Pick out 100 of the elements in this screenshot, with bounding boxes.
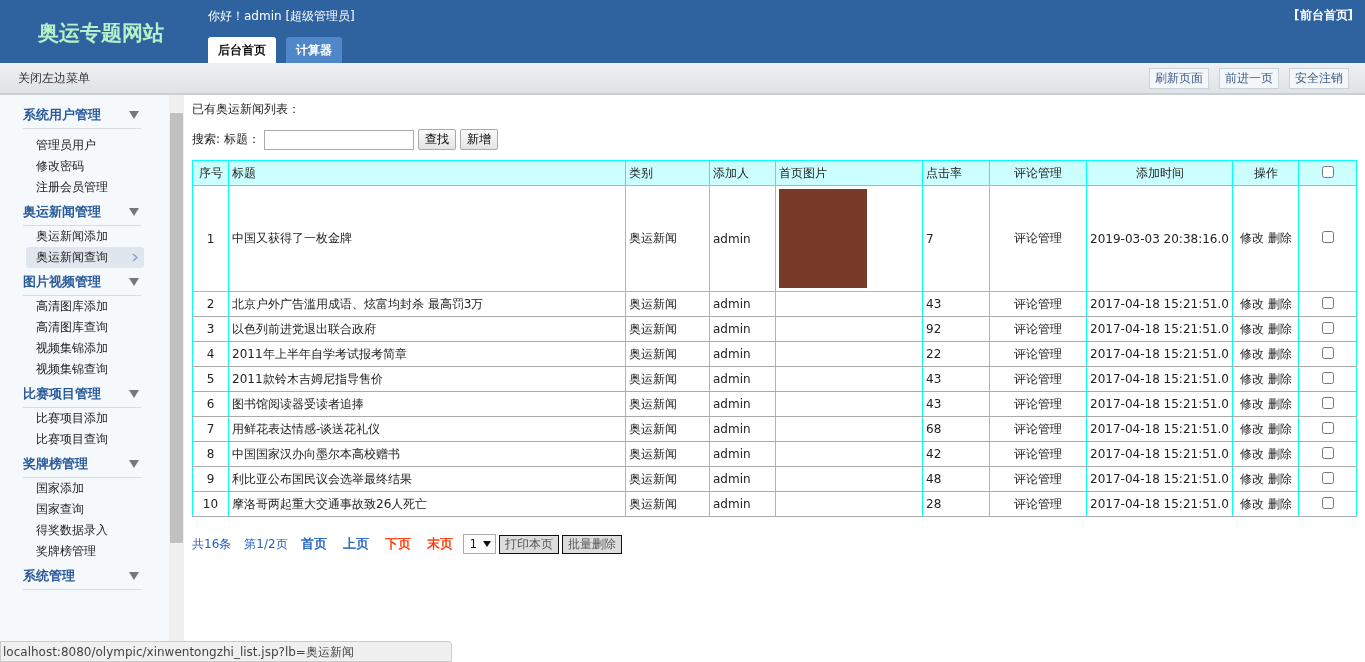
sidebar-item[interactable]: 国家添加 xyxy=(26,478,144,499)
table-cell: 2017-04-18 15:21:51.0 xyxy=(1086,366,1233,392)
news-title-cell: 利比亚公布国民议会选举最终结果 xyxy=(228,466,626,492)
row-checkbox[interactable] xyxy=(1321,396,1334,409)
sidebar-item[interactable]: 比赛项目查询 xyxy=(26,429,144,450)
bulk-action-button[interactable]: 批量删除 xyxy=(562,534,623,554)
menu-group-header[interactable]: 系统用户管理 xyxy=(23,103,141,129)
row-action-link[interactable]: 删除 xyxy=(1267,370,1292,388)
pagination-link[interactable]: 首页 xyxy=(300,535,327,553)
menu-group-header[interactable]: 奖牌榜管理 xyxy=(23,452,141,478)
row-action-link[interactable]: 修改 xyxy=(1239,395,1264,413)
pagination-link[interactable]: 下页 xyxy=(384,535,411,553)
sidebar-item[interactable]: 比赛项目添加 xyxy=(26,408,144,429)
toggle-menu-link[interactable]: 关闭左边菜单 xyxy=(18,69,90,87)
search-action-button[interactable]: 查找 xyxy=(417,129,456,150)
row-action-link[interactable]: 修改 xyxy=(1239,345,1264,363)
table-cell: admin xyxy=(709,466,776,492)
sidebar-item[interactable]: 视频集锦查询 xyxy=(26,359,144,380)
pagination-link[interactable]: 末页 xyxy=(426,535,453,553)
sidebar-item[interactable]: 奥运新闻添加 xyxy=(26,226,144,247)
row-action-link[interactable]: 修改 xyxy=(1239,420,1264,438)
table-cell: 8 xyxy=(192,441,229,467)
column-header: 评论管理 xyxy=(989,160,1087,186)
dropdown-triangle-icon xyxy=(129,460,139,468)
table-cell: 奥运新闻 xyxy=(625,291,710,317)
table-cell: 3 xyxy=(192,316,229,342)
row-action-link[interactable]: 修改 xyxy=(1239,320,1264,338)
table-cell: 5 xyxy=(192,366,229,392)
column-header: 添加人 xyxy=(709,160,776,186)
sidebar-item[interactable]: 得奖数据录入 xyxy=(26,520,144,541)
sidebar-item[interactable]: 奖牌榜管理 xyxy=(26,541,144,562)
row-checkbox[interactable] xyxy=(1321,296,1334,309)
row-action-link[interactable]: 修改 xyxy=(1239,295,1264,313)
news-title-cell: 中国又获得了一枚金牌 xyxy=(228,185,626,292)
row-action-link[interactable]: 删除 xyxy=(1267,320,1292,338)
row-action-link[interactable]: 修改 xyxy=(1239,370,1264,388)
sidebar-item[interactable]: 高清图库添加 xyxy=(26,296,144,317)
row-checkbox[interactable] xyxy=(1321,471,1334,484)
bulk-action-button[interactable]: 打印本页 xyxy=(499,534,560,554)
table-cell: 43 xyxy=(922,291,990,317)
scrollbar[interactable] xyxy=(169,95,184,641)
comments-link[interactable]: 评论管理 xyxy=(1014,231,1062,245)
search-action-button[interactable]: 新增 xyxy=(459,129,498,150)
nav-tab[interactable]: 计算器 xyxy=(286,37,342,63)
list-caption: 已有奥运新闻列表： xyxy=(192,101,301,118)
menu-group-header[interactable]: 比赛项目管理 xyxy=(23,382,141,408)
sidebar-item[interactable]: 视频集锦添加 xyxy=(26,338,144,359)
menu-group-header[interactable]: 系统管理 xyxy=(23,564,141,590)
table-cell: 9 xyxy=(192,466,229,492)
title-search-field[interactable] xyxy=(263,129,414,150)
table-cell: 22 xyxy=(922,341,990,367)
row-checkbox[interactable] xyxy=(1321,231,1334,243)
page-select[interactable]: 1 xyxy=(462,534,497,554)
table-cell: 奥运新闻 xyxy=(625,391,710,417)
front-page-link[interactable]: [前台首页] xyxy=(1294,0,1365,63)
row-checkbox[interactable] xyxy=(1321,321,1334,334)
row-checkbox[interactable] xyxy=(1321,496,1334,509)
toolbar-button[interactable]: 安全注销 xyxy=(1289,67,1349,89)
select-all-checkbox[interactable] xyxy=(1321,165,1334,178)
table-cell: 奥运新闻 xyxy=(625,341,710,367)
table-cell: 2 xyxy=(192,291,229,317)
table-cell: 4 xyxy=(192,341,229,367)
row-action-link[interactable]: 修改 xyxy=(1239,445,1264,463)
sidebar-item[interactable]: 管理员用户 xyxy=(26,135,144,156)
sidebar-item[interactable]: 高清图库查询 xyxy=(26,317,144,338)
sidebar-item[interactable]: 修改密码 xyxy=(26,156,144,177)
toolbar-button[interactable]: 刷新页面 xyxy=(1149,67,1209,89)
sidebar-item[interactable]: 奥运新闻查询 xyxy=(26,247,144,268)
row-action-link[interactable]: 修改 xyxy=(1239,495,1264,513)
sidebar-item[interactable]: 国家查询 xyxy=(26,499,144,520)
row-checkbox[interactable] xyxy=(1321,346,1334,359)
row-action-link[interactable]: 修改 xyxy=(1239,470,1264,488)
row-action-link[interactable]: 删除 xyxy=(1267,295,1292,313)
table-cell: 2017-04-18 15:21:51.0 xyxy=(1086,341,1233,367)
table-cell: admin xyxy=(709,316,776,342)
toolbar-button[interactable]: 前进一页 xyxy=(1219,67,1279,89)
row-action-link[interactable]: 删除 xyxy=(1267,470,1292,488)
row-action-link[interactable]: 删除 xyxy=(1267,495,1292,513)
row-action-link[interactable]: 删除 xyxy=(1267,395,1292,413)
row-action-link[interactable]: 删除 xyxy=(1267,345,1292,363)
table-cell: 2017-04-18 15:21:51.0 xyxy=(1086,391,1233,417)
nav-tab[interactable]: 后台首页 xyxy=(208,37,276,63)
sidebar-item[interactable]: 注册会员管理 xyxy=(26,177,144,198)
table-cell: 2017-04-18 15:21:51.0 xyxy=(1086,441,1233,467)
row-action-link[interactable]: 删除 xyxy=(1267,420,1292,438)
row-checkbox[interactable] xyxy=(1321,421,1334,434)
menu-group-header[interactable]: 图片视频管理 xyxy=(23,270,141,296)
row-checkbox[interactable] xyxy=(1321,446,1334,459)
row-action-link[interactable]: 修改 xyxy=(1239,230,1264,247)
pagination-link[interactable]: 上页 xyxy=(342,535,369,553)
table-cell: 2017-04-18 15:21:51.0 xyxy=(1086,491,1233,517)
record-count: 共16条 xyxy=(192,535,232,553)
row-action-link[interactable]: 删除 xyxy=(1267,230,1292,247)
row-action-link[interactable]: 删除 xyxy=(1267,445,1292,463)
menu-group-header[interactable]: 奥运新闻管理 xyxy=(23,200,141,226)
chevron-right-icon xyxy=(132,253,138,262)
table-cell: 奥运新闻 xyxy=(625,366,710,392)
table-cell: 10 xyxy=(192,491,229,517)
row-checkbox[interactable] xyxy=(1321,371,1334,384)
table-cell: 92 xyxy=(922,316,990,342)
